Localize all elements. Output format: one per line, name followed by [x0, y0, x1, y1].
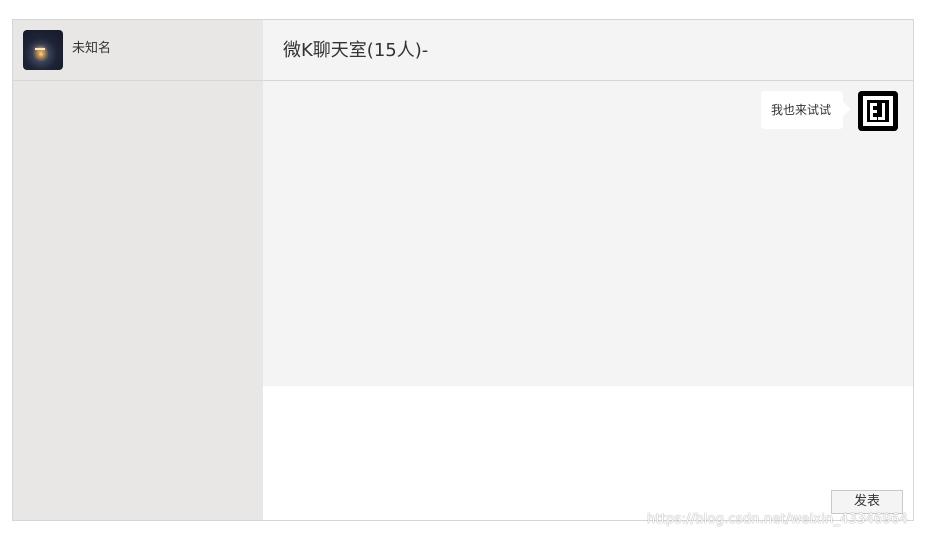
chat-window: 未知名 微K聊天室(15人)- 我也来试试 发表 [12, 19, 914, 521]
send-button[interactable]: 发表 [831, 490, 903, 514]
user-avatar [23, 30, 63, 70]
chat-panel: 微K聊天室(15人)- 我也来试试 发表 [263, 20, 913, 520]
message-bubble: 我也来试试 [760, 91, 843, 129]
sidebar: 未知名 [13, 20, 263, 520]
avatar-light [35, 48, 45, 50]
message-list[interactable]: 我也来试试 [263, 81, 913, 386]
message-input-area[interactable]: 发表 [263, 386, 913, 520]
watermark: https://blog.csdn.net/weixin_43346964 [647, 512, 908, 527]
bubble-tail [842, 101, 851, 117]
current-user[interactable]: 未知名 [13, 20, 263, 81]
message-item: 我也来试试 [698, 91, 898, 131]
user-name: 未知名 [72, 41, 112, 56]
room-title: 微K聊天室(15人)- [283, 40, 429, 61]
ej-logo-icon [858, 91, 898, 131]
chat-header: 微K聊天室(15人)- [263, 20, 913, 81]
